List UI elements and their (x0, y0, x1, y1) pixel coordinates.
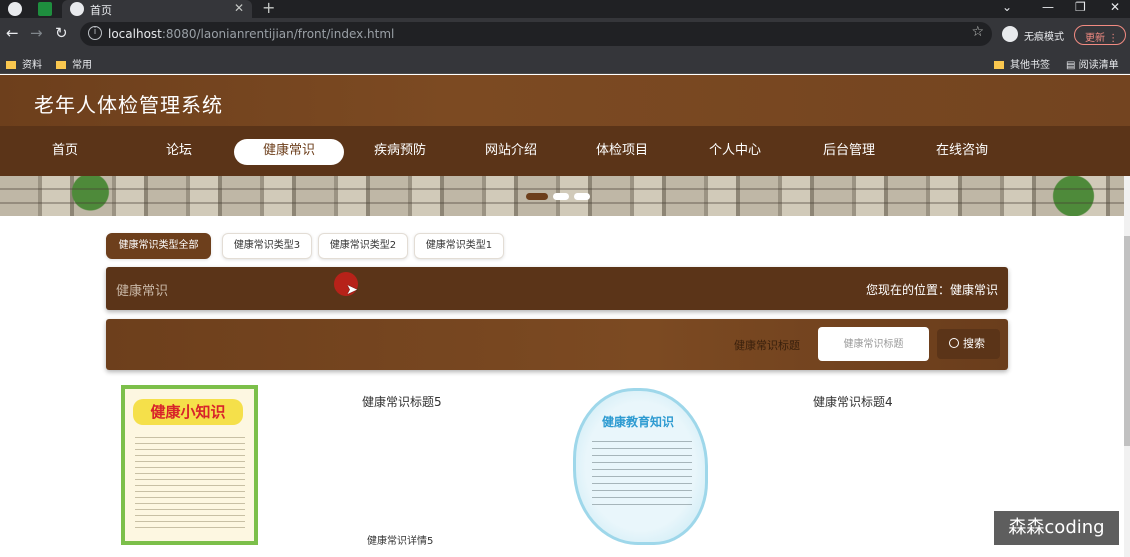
carousel-dot[interactable] (553, 193, 569, 200)
tab-title: 首页 (90, 4, 112, 17)
minimize-icon[interactable]: — (1042, 0, 1054, 14)
reading-list-icon: ▤ (1066, 60, 1079, 71)
nav-exam-items[interactable]: 体检项目 (567, 139, 677, 165)
nav-site-intro[interactable]: 网站介绍 (456, 139, 566, 165)
nav-health-knowledge[interactable]: 健康常识 (234, 139, 344, 165)
globe-icon[interactable] (8, 2, 22, 16)
filter-type-1[interactable]: 健康常识类型1 (414, 233, 504, 259)
card-title[interactable]: 健康常识标题4 (813, 393, 893, 410)
browser-tab-strip: 首页 ✕ + ⌄ — ❐ ✕ (0, 0, 1130, 18)
poster-title: 健康教育知识 (602, 415, 675, 429)
info-icon[interactable]: i (88, 26, 102, 40)
url-text[interactable]: localhost:8080/laonianrentijian/front/in… (108, 27, 394, 41)
video-watermark: 森森coding (994, 511, 1119, 545)
search-panel: 健康常识标题 搜索 (106, 319, 1008, 370)
nav-home[interactable]: 首页 (10, 139, 120, 165)
folder-icon (6, 61, 16, 69)
chevron-down-icon[interactable]: ⌄ (1002, 0, 1012, 14)
card-detail[interactable]: 健康常识详情5 (367, 532, 433, 547)
globe-icon (70, 2, 84, 16)
search-input[interactable] (818, 327, 929, 361)
bookmark-other[interactable]: 其他书签 (994, 56, 1050, 71)
update-button[interactable]: 更新 ⋮ (1074, 25, 1126, 45)
search-label: 健康常识标题 (734, 339, 800, 352)
address-row: ← → ↻ i localhost:8080/laonianrentijian/… (0, 18, 1130, 50)
browser-tab-active[interactable]: 首页 ✕ (62, 0, 252, 18)
back-icon[interactable]: ← (6, 24, 19, 42)
filter-type-2[interactable]: 健康常识类型2 (318, 233, 408, 259)
nav-personal-center[interactable]: 个人中心 (680, 139, 790, 165)
app-icon[interactable] (38, 2, 52, 16)
breadcrumb: 您现在的位置：健康常识 (865, 283, 998, 297)
filter-all[interactable]: 健康常识类型全部 (106, 233, 211, 259)
nav-disease-prevention[interactable]: 疾病预防 (345, 139, 455, 165)
location-bar: 健康常识 您现在的位置：健康常识 (106, 267, 1008, 310)
bookmarks-bar: 资料 常用 其他书签 ▤ 阅读清单 (0, 50, 1130, 74)
forward-icon[interactable]: → (30, 24, 43, 42)
card-title[interactable]: 健康常识标题5 (362, 393, 442, 410)
folder-icon (994, 61, 1004, 69)
nav-admin[interactable]: 后台管理 (794, 139, 904, 165)
filter-type-3[interactable]: 健康常识类型3 (222, 233, 312, 259)
poster-text-lines (592, 441, 692, 511)
incognito-icon (1002, 26, 1018, 42)
poster-title: 健康小知识 (133, 399, 243, 425)
mouse-cursor-icon: ➤ (346, 282, 358, 298)
site-header: 老年人体检管理系统 (0, 75, 1130, 126)
search-button[interactable]: 搜索 (937, 329, 1000, 359)
address-bar[interactable]: i localhost:8080/laonianrentijian/front/… (80, 22, 992, 46)
new-tab-icon[interactable]: + (262, 0, 275, 17)
card-image[interactable]: 健康教育知识 (573, 388, 708, 545)
nav-forum[interactable]: 论坛 (124, 139, 234, 165)
nav-online-consult[interactable]: 在线咨询 (907, 139, 1017, 165)
carousel-dot[interactable] (526, 193, 548, 200)
restore-icon[interactable]: ❐ (1075, 0, 1086, 14)
section-title: 健康常识 (116, 284, 169, 299)
star-icon[interactable]: ☆ (971, 24, 984, 40)
bookmark-folder-changyong[interactable]: 常用 (56, 56, 92, 71)
incognito-label: 无痕模式 (1024, 32, 1064, 43)
close-window-icon[interactable]: ✕ (1110, 0, 1120, 14)
search-icon (949, 338, 959, 348)
carousel-dot[interactable] (574, 193, 590, 200)
reading-list[interactable]: ▤ 阅读清单 (1066, 56, 1119, 71)
poster-text-lines (135, 433, 245, 533)
site-title: 老年人体检管理系统 (34, 93, 223, 117)
folder-icon (56, 61, 66, 69)
reload-icon[interactable]: ↻ (55, 24, 68, 42)
bookmark-folder-ziliao[interactable]: 资料 (6, 56, 42, 71)
card-image[interactable]: 健康小知识 (121, 385, 258, 545)
main-nav: 首页 论坛 健康常识 疾病预防 网站介绍 体检项目 个人中心 后台管理 在线咨询 (0, 126, 1130, 176)
close-tab-icon[interactable]: ✕ (234, 1, 244, 15)
scrollbar-thumb[interactable] (1124, 236, 1130, 446)
